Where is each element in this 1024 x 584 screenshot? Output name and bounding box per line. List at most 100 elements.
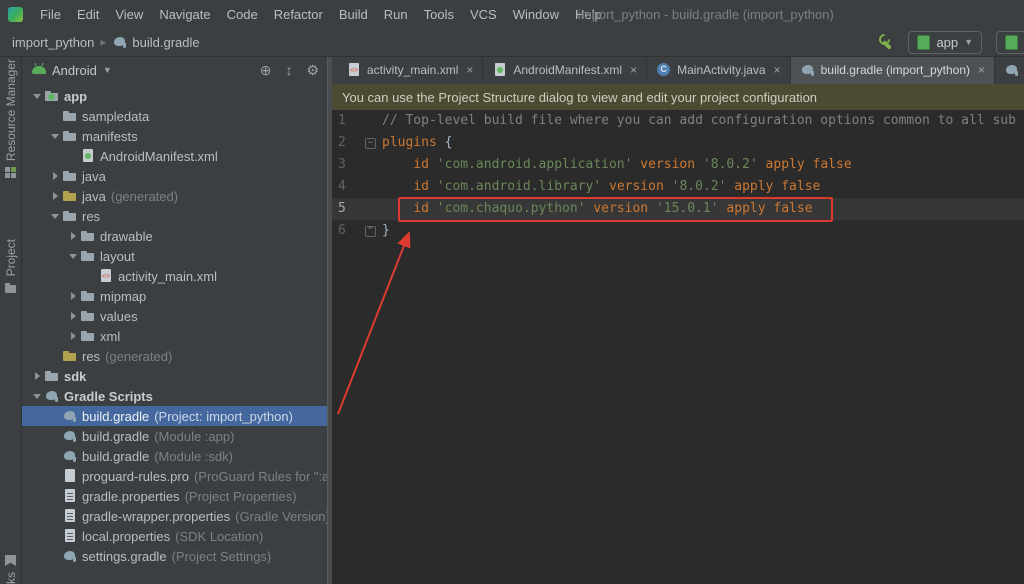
- device-selector-partial[interactable]: ▼: [996, 30, 1024, 54]
- tree-item[interactable]: res (generated): [22, 346, 327, 366]
- code-line[interactable]: 5 id 'com.chaquo.python' version '15.0.1…: [332, 198, 1024, 220]
- menu-tools[interactable]: Tools: [416, 0, 462, 28]
- code-line[interactable]: 2− plugins {: [332, 132, 1024, 154]
- editor-tab[interactable]: AndroidManifest.xml ×: [483, 56, 648, 84]
- line-number[interactable]: 5: [332, 198, 360, 220]
- tab-close-icon[interactable]: ×: [978, 63, 985, 77]
- fold-gutter: [360, 110, 382, 132]
- menu-view[interactable]: View: [107, 0, 151, 28]
- menu-window[interactable]: Window: [505, 0, 567, 28]
- tree-item[interactable]: drawable: [22, 226, 327, 246]
- collapse-all-icon[interactable]: ↕: [285, 62, 292, 78]
- tree-item[interactable]: manifests: [22, 126, 327, 146]
- fold-up-icon[interactable]: ^: [365, 226, 376, 237]
- tree-item-label: manifests: [82, 128, 138, 144]
- menu-refactor[interactable]: Refactor: [266, 0, 331, 28]
- chevron-down-icon[interactable]: [30, 93, 44, 99]
- stripe-bookmarks-button[interactable]: Bookmarks: [0, 555, 21, 584]
- tree-item[interactable]: Gradle Scripts: [22, 386, 327, 406]
- tree-item-label: sdk: [64, 368, 87, 384]
- menu-run[interactable]: Run: [376, 0, 416, 28]
- menu-navigate[interactable]: Navigate: [151, 0, 218, 28]
- tab-close-icon[interactable]: ×: [774, 63, 781, 77]
- code-line[interactable]: 3 id 'com.android.application' version '…: [332, 154, 1024, 176]
- tree-item-label: xml: [100, 328, 121, 344]
- tree-item[interactable]: res: [22, 206, 327, 226]
- bookmarks-icon: [5, 555, 16, 566]
- chevron-right-icon[interactable]: [30, 372, 44, 380]
- chevron-right-icon[interactable]: [48, 172, 62, 180]
- editor-tab[interactable]: MainActivity.java ×: [647, 56, 791, 84]
- project-view-selector[interactable]: Android: [52, 63, 97, 78]
- breadcrumb-project[interactable]: import_python: [12, 35, 94, 50]
- line-number[interactable]: 1: [332, 110, 360, 132]
- tree-item[interactable]: xml: [22, 326, 327, 346]
- code-line[interactable]: 6 ^}: [332, 220, 1024, 242]
- line-number[interactable]: 6: [332, 220, 360, 242]
- tree-item-annotation: (Project Properties): [184, 488, 297, 504]
- menu-edit[interactable]: Edit: [69, 0, 107, 28]
- fold-marker[interactable]: ^: [360, 220, 382, 242]
- editor-tab[interactable]: b: [995, 56, 1024, 84]
- tree-item[interactable]: sdk: [22, 366, 327, 386]
- line-number[interactable]: 4: [332, 176, 360, 198]
- breadcrumb-file[interactable]: build.gradle: [132, 35, 199, 50]
- chevron-right-icon[interactable]: [66, 332, 80, 340]
- settings-gear-icon[interactable]: ⚙: [306, 62, 319, 79]
- tree-item[interactable]: mipmap: [22, 286, 327, 306]
- menu-code[interactable]: Code: [219, 0, 266, 28]
- panel-splitter[interactable]: [327, 56, 332, 584]
- build-wrench-icon[interactable]: [878, 34, 894, 50]
- tree-item[interactable]: gradle.properties (Project Properties): [22, 486, 327, 506]
- chevron-down-icon[interactable]: [66, 253, 80, 259]
- tree-item[interactable]: values: [22, 306, 327, 326]
- editor-tab[interactable]: build.gradle (import_python) ×: [790, 56, 996, 84]
- tree-item[interactable]: local.properties (SDK Location): [22, 526, 327, 546]
- tree-item[interactable]: layout: [22, 246, 327, 266]
- menu-build[interactable]: Build: [331, 0, 376, 28]
- tree-item[interactable]: settings.gradle (Project Settings): [22, 546, 327, 566]
- tree-item[interactable]: build.gradle (Module :sdk): [22, 446, 327, 466]
- code-line[interactable]: 4 id 'com.android.library' version '8.0.…: [332, 176, 1024, 198]
- stripe-resource-manager-button[interactable]: Resource Manager: [0, 59, 21, 179]
- xml-icon: [98, 268, 114, 284]
- chevron-right-icon[interactable]: [66, 312, 80, 320]
- chevron-down-icon[interactable]: [48, 133, 62, 139]
- tree-item[interactable]: build.gradle (Project: import_python): [22, 406, 327, 426]
- chevron-right-icon[interactable]: [66, 232, 80, 240]
- stripe-project-button[interactable]: Project: [0, 239, 21, 294]
- tree-item[interactable]: app: [22, 86, 327, 106]
- menu-vcs[interactable]: VCS: [462, 0, 505, 28]
- editor-tab[interactable]: activity_main.xml ×: [337, 56, 484, 84]
- tab-close-icon[interactable]: ×: [466, 63, 473, 77]
- code-token: '8.0.2': [671, 179, 727, 194]
- chevron-down-icon[interactable]: [30, 393, 44, 399]
- tree-item-label: drawable: [100, 228, 153, 244]
- line-number[interactable]: 3: [332, 154, 360, 176]
- tab-close-icon[interactable]: ×: [630, 63, 637, 77]
- notification-text: You can use the Project Structure dialog…: [342, 89, 818, 105]
- stripe-resource-manager-label: Resource Manager: [3, 59, 18, 162]
- chevron-right-icon[interactable]: [48, 192, 62, 200]
- folder-icon: [62, 208, 78, 224]
- fold-minus-icon[interactable]: −: [365, 138, 376, 149]
- tree-item[interactable]: java (generated): [22, 186, 327, 206]
- tree-item[interactable]: gradle-wrapper.properties (Gradle Version…: [22, 506, 327, 526]
- locate-file-icon[interactable]: ⊕: [260, 62, 272, 79]
- menu-file[interactable]: File: [32, 0, 69, 28]
- tree-item[interactable]: sampledata: [22, 106, 327, 126]
- gradle-icon: [62, 448, 78, 464]
- code-line[interactable]: 1 // Top-level build file where you can a…: [332, 110, 1024, 132]
- tree-item[interactable]: build.gradle (Module :app): [22, 426, 327, 446]
- tree-item[interactable]: proguard-rules.pro (ProGuard Rules for ":…: [22, 466, 327, 486]
- chevron-down-icon[interactable]: [48, 213, 62, 219]
- tree-item[interactable]: AndroidManifest.xml: [22, 146, 327, 166]
- chevron-right-icon[interactable]: [66, 292, 80, 300]
- code-editor[interactable]: 1 // Top-level build file where you can a…: [332, 110, 1024, 584]
- tree-item[interactable]: activity_main.xml: [22, 266, 327, 286]
- fold-marker[interactable]: −: [360, 132, 382, 154]
- run-configuration-selector[interactable]: app ▼: [908, 30, 983, 54]
- line-number[interactable]: 2: [332, 132, 360, 154]
- tree-item[interactable]: java: [22, 166, 327, 186]
